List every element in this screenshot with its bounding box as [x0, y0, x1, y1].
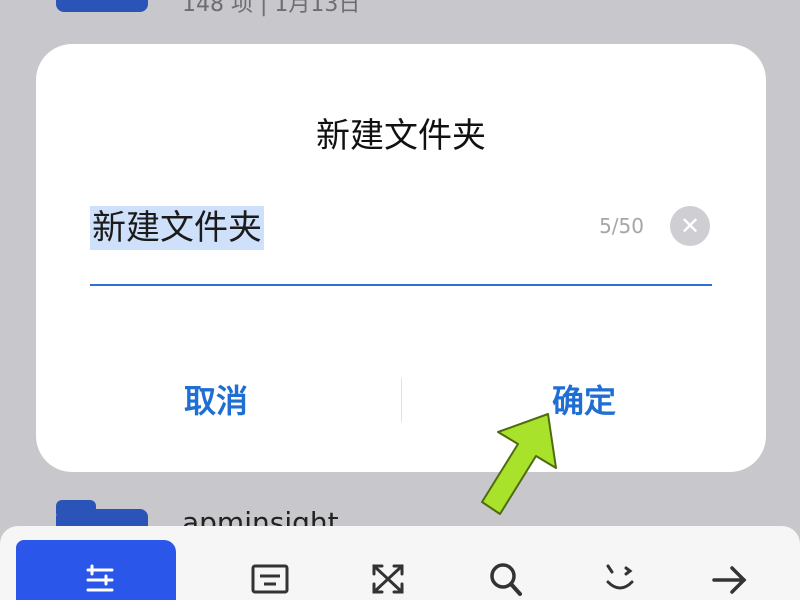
- input-value[interactable]: 新建文件夹: [90, 206, 264, 250]
- folder-icon: [56, 0, 148, 12]
- keyboard-icon[interactable]: [250, 560, 290, 596]
- new-folder-dialog: 新建文件夹 新建文件夹 5/50 ✕ 取消 确定: [36, 44, 766, 472]
- char-count: 5/50: [599, 214, 644, 238]
- expand-icon[interactable]: [368, 560, 408, 596]
- clear-icon[interactable]: ✕: [670, 206, 710, 246]
- dialog-title: 新建文件夹: [316, 116, 486, 156]
- emoji-icon[interactable]: [600, 560, 640, 596]
- cancel-button[interactable]: 取消: [116, 376, 316, 422]
- list-icon[interactable]: [80, 560, 120, 596]
- pointer-arrow-icon: [481, 413, 557, 515]
- arrow-right-icon[interactable]: [710, 560, 750, 596]
- folder-name-input[interactable]: 新建文件夹 5/50 ✕: [90, 200, 712, 286]
- item-meta: 148 项 | 1月13日: [182, 0, 361, 17]
- button-divider: [401, 378, 402, 422]
- search-icon[interactable]: [486, 560, 526, 596]
